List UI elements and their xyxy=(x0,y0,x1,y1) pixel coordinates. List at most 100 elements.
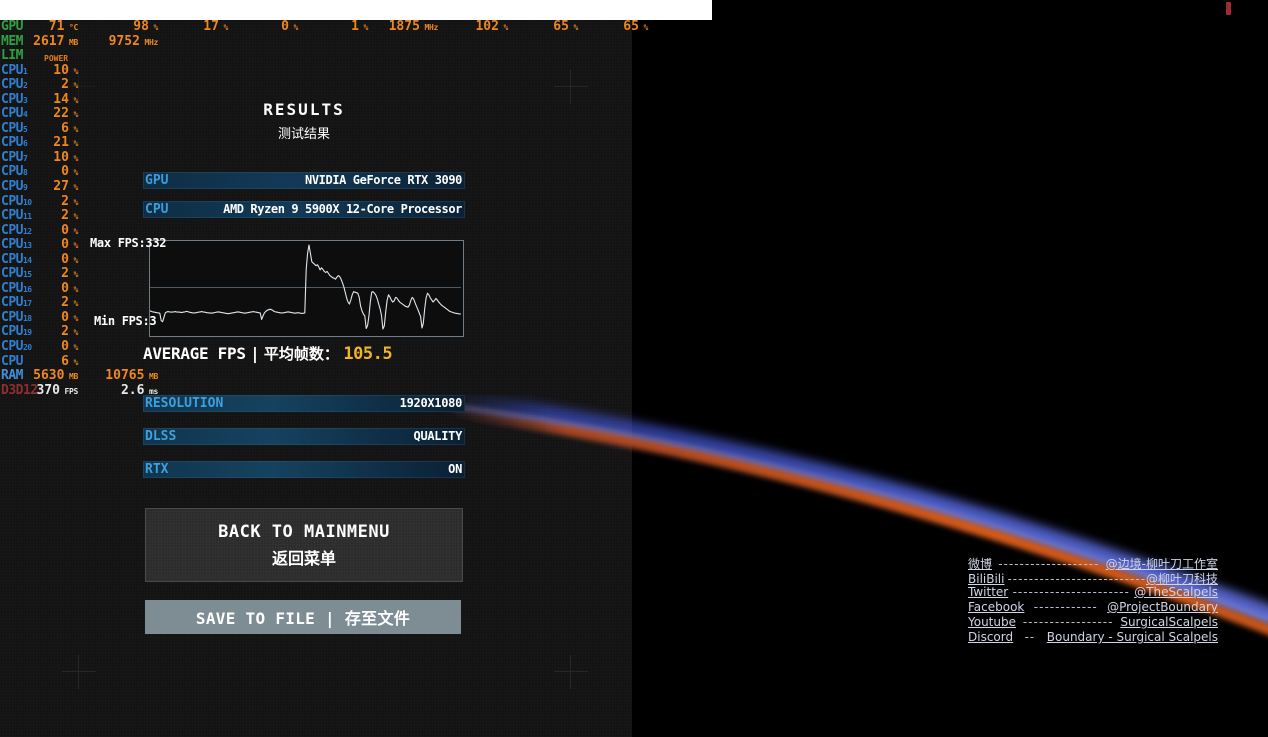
social-platform-name: Twitter xyxy=(968,585,1009,599)
social-dot-leader: ------------ xyxy=(1033,600,1098,614)
social-link-row[interactable]: 微博 ------------------- @边境-柳叶刀工作室 xyxy=(968,555,1218,571)
average-fps-label-cn: 平均帧数： xyxy=(263,345,339,363)
back-to-mainmenu-label-en: BACK TO MAINMENU xyxy=(218,521,390,542)
osd-row-label: RAM xyxy=(1,368,23,384)
back-to-mainmenu-button[interactable]: BACK TO MAINMENU 返回菜单 xyxy=(145,508,463,582)
osd-unit: % xyxy=(568,23,578,32)
osd-unit: MB xyxy=(64,37,78,47)
social-link-row[interactable]: Discord -- Boundary - Surgical Scalpels xyxy=(968,630,1218,645)
social-link-row[interactable]: BiliBili -------------------------- @柳叶刀科技 xyxy=(968,570,1218,586)
social-handle: Boundary - Surgical Scalpels xyxy=(1046,630,1218,644)
osd-row-index: 4 xyxy=(22,110,28,120)
spec-key-cpu: CPU xyxy=(145,202,169,217)
osd-row-label: MEM xyxy=(1,33,23,49)
osd-row: LIM POWER xyxy=(0,49,630,64)
osd-unit: % xyxy=(68,110,78,120)
osd-row-index: 18 xyxy=(22,313,32,323)
fps-history-graph: Max FPS:332 Min FPS:3 xyxy=(90,236,464,337)
spec-key-gpu: GPU xyxy=(145,173,169,188)
social-dot-leader: ------------------- xyxy=(998,557,1100,571)
osd-unit: % xyxy=(68,313,78,323)
osd-unit: FPS xyxy=(59,386,78,396)
osd-unit: % xyxy=(638,23,648,32)
save-to-file-label: SAVE TO FILE | 存至文件 xyxy=(195,609,411,628)
setting-key-dlss: DLSS xyxy=(145,429,177,444)
osd-unit: % xyxy=(68,197,78,207)
save-to-file-button[interactable]: SAVE TO FILE | 存至文件 xyxy=(145,600,461,634)
osd-unit: % xyxy=(68,95,78,105)
osd-row: CPU2 2 % xyxy=(0,78,630,93)
osd-value: 1 % xyxy=(351,19,368,34)
osd-unit: % xyxy=(68,212,78,222)
osd-unit: MHz xyxy=(139,37,158,47)
setting-value-resolution: 1920X1080 xyxy=(399,396,463,410)
osd-row-index: 13 xyxy=(22,241,32,251)
average-fps-value: 105.5 xyxy=(343,344,393,364)
results-title-en: RESULTS xyxy=(263,100,345,119)
osd-unit: % xyxy=(68,328,78,338)
top-red-marker xyxy=(1226,2,1231,15)
results-card: RESULTS 测试结果 GPU NVIDIA GeForce RTX 3090… xyxy=(90,100,465,478)
osd-unit: % xyxy=(68,183,78,193)
osd-row-label: CPU xyxy=(1,353,23,369)
osd-row-index: 7 xyxy=(22,153,28,163)
osd-row: CPU1 10 % xyxy=(0,63,630,79)
osd-row-index: 12 xyxy=(22,226,32,236)
osd-row-index: 14 xyxy=(22,255,32,265)
osd-row-label: LIM xyxy=(1,48,23,64)
osd-row-index: 10 xyxy=(22,197,32,207)
social-platform-name: 微博 xyxy=(968,557,993,571)
setting-value-dlss: QUALITY xyxy=(413,429,463,443)
social-link-row[interactable]: Twitter ---------------------- @TheScalpel… xyxy=(968,585,1218,600)
social-handle: @ProjectBoundary xyxy=(1107,600,1218,614)
osd-row-index: 16 xyxy=(22,284,32,294)
setting-value-rtx: ON xyxy=(448,462,462,476)
social-platform-name: Facebook xyxy=(968,600,1025,614)
osd-row-index: 15 xyxy=(22,270,32,280)
osd-row-index: 1 xyxy=(22,66,28,76)
osd-row-index: 19 xyxy=(22,328,32,338)
osd-unit: % xyxy=(68,299,78,309)
osd-row: RAM 5630 MB 10765 MB xyxy=(0,369,630,384)
osd-row-label: GPU xyxy=(1,19,23,34)
osd-unit: % xyxy=(288,23,298,32)
osd-value: 9752 MHz xyxy=(108,33,159,49)
osd-unit: % xyxy=(68,153,78,163)
fps-chart-svg xyxy=(150,244,461,330)
osd-value: 65 % xyxy=(623,19,648,34)
min-fps-label: Min FPS:3 xyxy=(94,314,157,328)
viewport-crosshair-mark xyxy=(554,655,588,689)
setting-bar xyxy=(143,461,465,478)
osd-row: MEM 2617 MB 9752 MHz xyxy=(0,33,630,50)
spec-value-gpu: NVIDIA GeForce RTX 3090 xyxy=(305,173,462,187)
social-handle: @TheScalpels xyxy=(1134,585,1218,599)
settings-list: RESOLUTION 1920X1080 DLSS QUALITY RTX ON xyxy=(143,395,465,494)
average-fps-line: AVERAGE FPS | 平均帧数： 105.5 xyxy=(143,343,465,367)
osd-value: 1875 MHz xyxy=(388,19,439,34)
setting-key-rtx: RTX xyxy=(145,462,169,477)
osd-unit: MB xyxy=(144,372,158,382)
osd-unit: % xyxy=(68,226,78,236)
osd-unit: % xyxy=(68,66,78,76)
setting-key-resolution: RESOLUTION xyxy=(145,396,224,411)
osd-row-index: 5 xyxy=(22,124,28,134)
spec-row-cpu: CPU AMD Ryzen 9 5900X 12-Core Processor xyxy=(143,201,465,218)
social-platform-name: Youtube xyxy=(968,615,1016,629)
osd-unit: % xyxy=(68,124,78,134)
setting-row-dlss: DLSS QUALITY xyxy=(143,428,465,445)
spec-row-gpu: GPU NVIDIA GeForce RTX 3090 xyxy=(143,172,465,189)
social-link-row[interactable]: Facebook ------------ @ProjectBoundary xyxy=(968,600,1218,615)
top-white-strip xyxy=(0,0,712,20)
social-dot-leader: -------------------------- xyxy=(1007,572,1146,586)
osd-unit: % xyxy=(358,23,368,32)
osd-unit: % xyxy=(68,357,78,367)
osd-unit: % xyxy=(218,23,228,32)
spec-value-cpu: AMD Ryzen 9 5900X 12-Core Processor xyxy=(223,202,462,216)
osd-row-index: 8 xyxy=(22,168,28,178)
social-dot-leader: ----------------- xyxy=(1022,615,1114,629)
social-link-row[interactable]: Youtube ----------------- SurgicalScalpels xyxy=(968,615,1218,630)
osd-value: 370 FPS xyxy=(36,382,78,398)
social-platform-name: Discord xyxy=(968,630,1014,644)
osd-value: 102 % xyxy=(475,19,508,34)
max-fps-label: Max FPS:332 xyxy=(90,236,167,250)
